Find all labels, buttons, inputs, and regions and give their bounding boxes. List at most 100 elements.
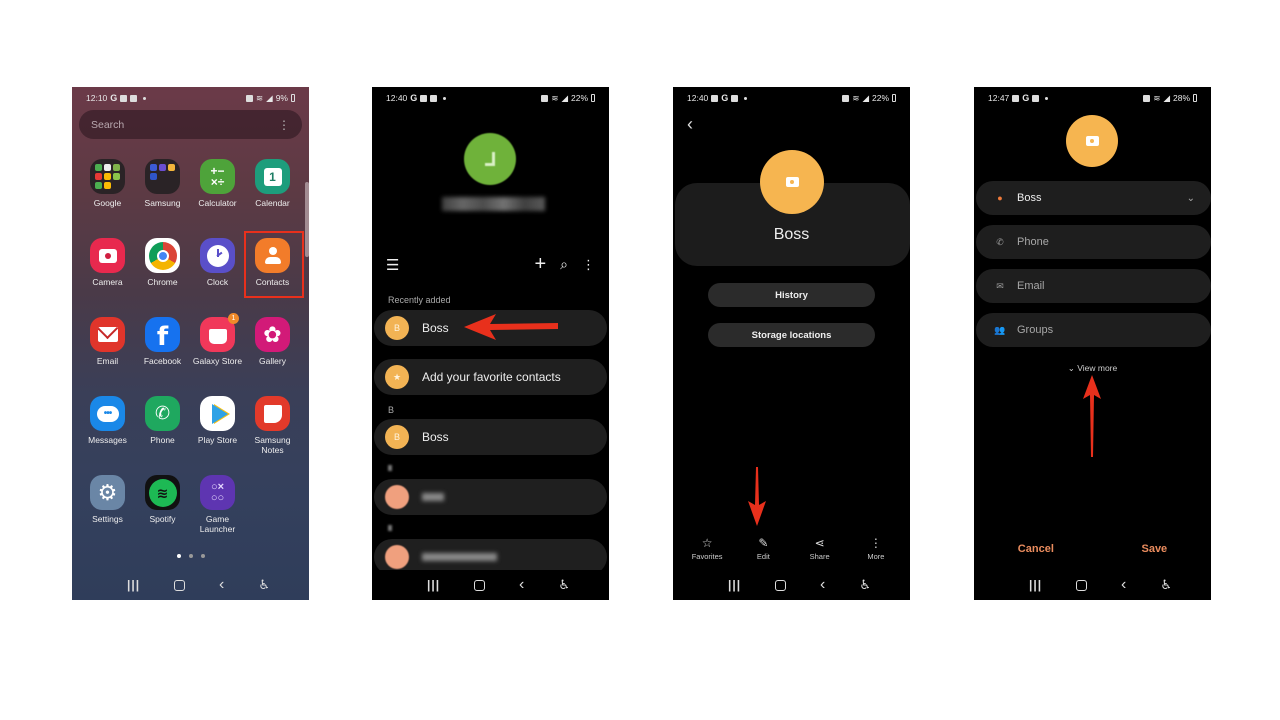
more-options-icon[interactable]: ⋮ — [582, 257, 595, 273]
play-store-icon — [200, 396, 235, 431]
contact-row-redacted[interactable] — [374, 479, 607, 515]
notification-status-icon — [731, 94, 739, 102]
alarm-status-icon — [842, 94, 850, 102]
phone-screen-contact-detail: 12:40 G ≋ ◢ 22% ‹ Boss History Storage l… — [673, 87, 910, 600]
storage-locations-button[interactable]: Storage locations — [708, 323, 875, 347]
home-button[interactable] — [1076, 579, 1088, 591]
status-bar: 12:40 G ≋ ◢ 22% — [386, 91, 595, 105]
name-field[interactable]: ● Boss ⌄ — [976, 181, 1211, 215]
page-indicator[interactable] — [72, 554, 309, 558]
alarm-status-icon — [246, 94, 254, 102]
back-button[interactable]: ‹ — [519, 576, 524, 594]
view-more-button[interactable]: ⌄ View more — [974, 363, 1211, 374]
navigation-bar: ||| ‹ ♿ — [72, 570, 309, 600]
gallery-icon: ✿ — [255, 317, 290, 352]
battery-percent: 22% — [570, 93, 588, 103]
page-dot[interactable] — [176, 554, 181, 558]
page-dot[interactable] — [188, 554, 193, 558]
contact-photo-picker[interactable] — [1066, 115, 1118, 167]
app-messages[interactable]: ••• Messages — [80, 396, 135, 475]
accessibility-button[interactable]: ♿ — [859, 577, 871, 593]
app-spotify[interactable]: ≋ Spotify — [135, 475, 190, 554]
phone-screen-home: 12:10 G ≋ ◢ 9% Search ⋮ Google Samsung +… — [72, 87, 309, 600]
back-icon[interactable]: ‹ — [687, 114, 693, 135]
accessibility-button[interactable]: ♿ — [258, 577, 270, 593]
status-bar: 12:40 G ≋ ◢ 22% — [687, 91, 896, 105]
app-label: Clock — [206, 277, 229, 287]
home-button[interactable] — [775, 579, 787, 591]
more-notifications-icon — [443, 96, 447, 100]
app-gallery[interactable]: ✿ Gallery — [245, 317, 300, 396]
notification-status-icon — [420, 94, 428, 102]
accessibility-button[interactable]: ♿ — [558, 577, 570, 593]
app-label: Email — [96, 356, 119, 366]
app-label: Spotify — [149, 514, 176, 524]
save-button[interactable]: Save — [1141, 543, 1167, 555]
more-vertical-icon: ⋮ — [869, 536, 882, 550]
app-chrome[interactable]: Chrome — [135, 238, 190, 317]
edit-action[interactable]: ✎ Edit — [738, 536, 788, 561]
app-email[interactable]: Email — [80, 317, 135, 396]
recents-button[interactable]: ||| — [127, 578, 140, 592]
chevron-down-icon[interactable]: ⌄ — [1187, 193, 1195, 204]
app-facebook[interactable]: f Facebook — [135, 317, 190, 396]
app-clock[interactable]: Clock — [190, 238, 245, 317]
google-status-icon: G — [1022, 93, 1030, 103]
recents-button[interactable]: ||| — [1029, 578, 1042, 592]
app-search-bar[interactable]: Search ⋮ — [79, 110, 302, 139]
app-galaxy-store[interactable]: 1 Galaxy Store — [190, 313, 245, 396]
app-camera[interactable]: Camera — [80, 238, 135, 317]
my-profile-avatar[interactable] — [464, 133, 516, 185]
app-game-launcher[interactable]: ○× ○○ Game Launcher — [190, 475, 245, 554]
app-calculator[interactable]: +− ×÷ Calculator — [190, 159, 245, 238]
google-status-icon: G — [410, 93, 418, 103]
email-icon — [90, 317, 125, 352]
app-label: Calculator — [198, 198, 237, 208]
search-placeholder: Search — [91, 118, 125, 131]
app-samsung-notes[interactable]: Samsung Notes — [245, 396, 300, 475]
accessibility-button[interactable]: ♿ — [1160, 577, 1172, 593]
more-action[interactable]: ⋮ More — [851, 536, 901, 561]
recents-button[interactable]: ||| — [427, 578, 440, 592]
history-button[interactable]: History — [708, 283, 875, 307]
annotation-arrow-left — [464, 314, 558, 340]
more-options-icon[interactable]: ⋮ — [278, 118, 290, 132]
contacts-toolbar: ☰ + ⌕ ⋮ — [386, 253, 595, 276]
contact-row[interactable]: B Boss — [374, 419, 607, 455]
phone-icon: ✆ — [996, 236, 1004, 247]
groups-icon: 👥 — [994, 324, 1006, 335]
store-status-icon — [130, 94, 138, 102]
page-dot[interactable] — [200, 554, 205, 558]
recents-button[interactable]: ||| — [728, 578, 741, 592]
groups-field[interactable]: 👥 Groups — [976, 313, 1211, 347]
home-button[interactable] — [174, 579, 186, 591]
home-button[interactable] — [474, 579, 486, 591]
back-button[interactable]: ‹ — [219, 576, 224, 594]
menu-icon[interactable]: ☰ — [386, 256, 399, 274]
favorites-action[interactable]: ☆ Favorites — [682, 536, 732, 561]
contact-name: Boss — [422, 430, 449, 444]
section-header-redacted — [388, 525, 392, 531]
add-contact-icon[interactable]: + — [534, 253, 546, 276]
scroll-indicator[interactable] — [305, 182, 309, 257]
add-favorites-row[interactable]: ★ Add your favorite contacts — [374, 359, 607, 395]
share-action[interactable]: ⋖ Share — [795, 536, 845, 561]
app-samsung[interactable]: Samsung — [135, 159, 190, 238]
back-button[interactable]: ‹ — [1121, 576, 1126, 594]
phone-field[interactable]: ✆ Phone — [976, 225, 1211, 259]
app-settings[interactable]: ⚙ Settings — [80, 475, 135, 554]
app-calendar[interactable]: 1 Calendar — [245, 159, 300, 238]
search-icon[interactable]: ⌕ — [560, 256, 568, 273]
star-icon: ☆ — [701, 536, 713, 550]
app-google[interactable]: Google — [80, 159, 135, 238]
cancel-button[interactable]: Cancel — [1018, 543, 1054, 555]
email-field[interactable]: ✉ Email — [976, 269, 1211, 303]
camera-icon — [785, 177, 799, 187]
calculator-icon: +− ×÷ — [200, 159, 235, 194]
status-time: 12:40 — [386, 93, 408, 103]
back-button[interactable]: ‹ — [820, 576, 825, 594]
status-bar: 12:10 G ≋ ◢ 9% — [86, 91, 295, 105]
contact-photo[interactable] — [760, 150, 824, 214]
app-play-store[interactable]: Play Store — [190, 396, 245, 475]
app-phone[interactable]: ✆ Phone — [135, 396, 190, 475]
